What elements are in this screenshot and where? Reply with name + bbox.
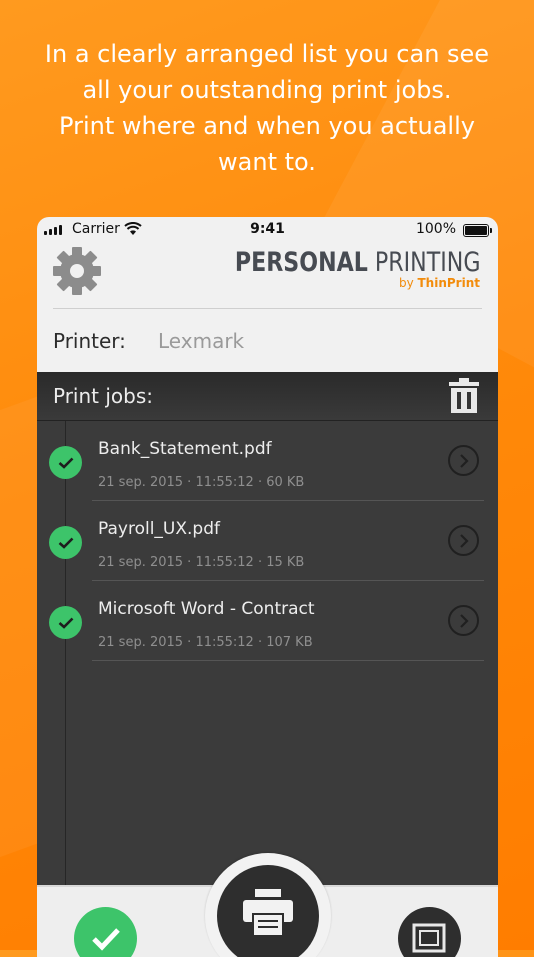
logo-by: by [398,276,418,290]
list-item[interactable]: Microsoft Word - Contract 21 sep. 2015 ·… [37,581,498,661]
printer-icon [243,889,293,937]
printer-select[interactable]: Lexmark [158,329,244,353]
chevron-right-icon[interactable] [448,445,479,476]
check-icon [49,446,82,479]
list-item[interactable]: Bank_Statement.pdf 21 sep. 2015 · 11:55:… [37,421,498,501]
chevron-right-icon[interactable] [448,605,479,636]
caption-line: Print where and when you actually [59,112,475,140]
battery-percent: 100% [415,221,456,237]
gear-icon[interactable] [51,245,103,297]
print-jobs-title: Print jobs: [53,384,154,408]
caption-line: want to. [218,148,316,176]
job-name: Microsoft Word - Contract [98,599,315,619]
job-meta: 21 sep. 2015 · 11:55:12 · 60 KB [98,475,305,490]
job-name: Payroll_UX.pdf [98,519,220,539]
divider [53,308,482,309]
job-name: Bank_Statement.pdf [98,439,272,459]
marketing-caption: In a clearly arranged list you can see a… [0,36,534,180]
logo-brand: ThinPrint [417,276,481,290]
status-bar: Carrier 9:41 100% [37,217,498,241]
print-jobs-header: Print jobs: [37,372,498,421]
check-icon [91,928,120,951]
print-job-list: Bank_Statement.pdf 21 sep. 2015 · 11:55:… [37,421,498,891]
battery-icon [463,224,492,237]
chevron-right-icon[interactable] [448,525,479,556]
list-item[interactable]: Payroll_UX.pdf 21 sep. 2015 · 11:55:12 ·… [37,501,498,581]
trash-icon[interactable] [448,378,480,414]
app-logo: PERSONAL PRINTING by ThinPrint [181,247,481,290]
check-icon [49,606,82,639]
print-button[interactable] [217,865,319,957]
check-icon [49,526,82,559]
divider [92,660,484,661]
caption-line: all your outstanding print jobs. [82,76,452,104]
preview-icon [412,923,446,953]
printer-label: Printer: [53,329,126,353]
phone-screen: Carrier 9:41 100% PERSONAL PRINTING by T… [37,217,498,957]
job-meta: 21 sep. 2015 · 11:55:12 · 107 KB [98,635,313,650]
caption-line: In a clearly arranged list you can see [44,40,490,68]
logo-light: PRINTING [367,247,480,278]
logo-bold: PERSONAL [234,247,368,278]
job-meta: 21 sep. 2015 · 11:55:12 · 15 KB [98,555,305,570]
